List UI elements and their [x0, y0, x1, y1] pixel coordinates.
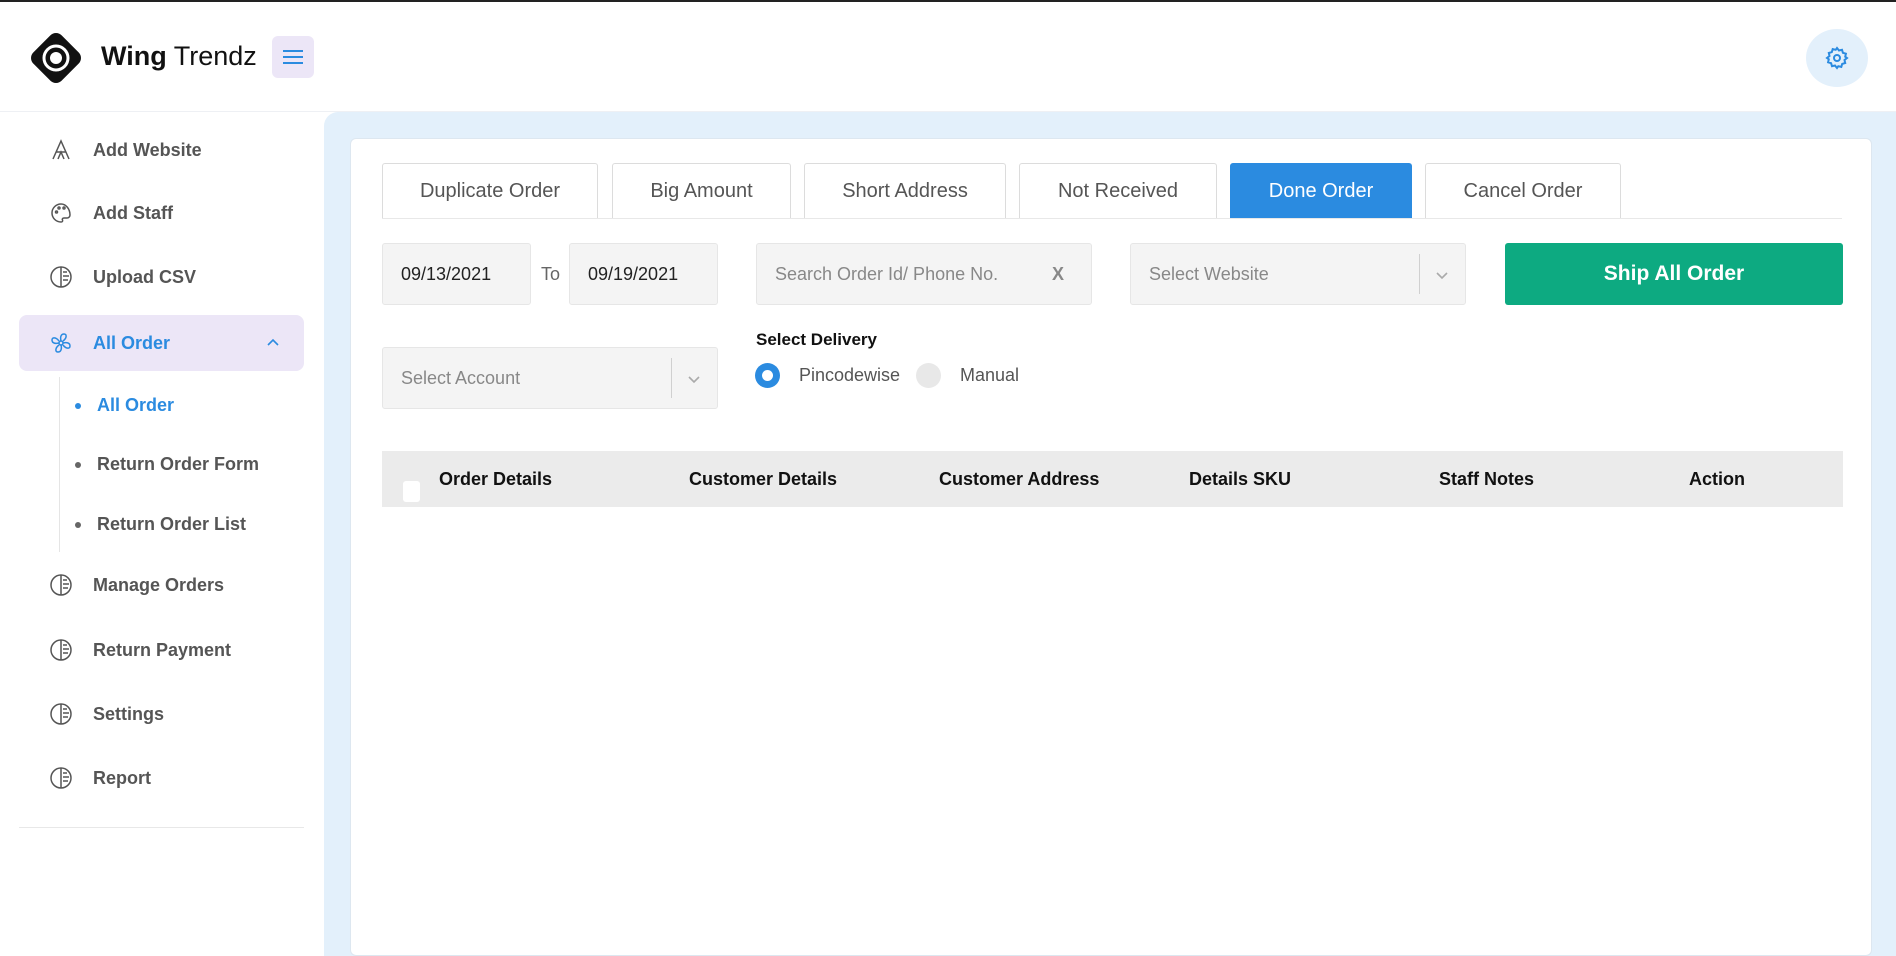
- font-a-icon: [52, 139, 70, 160]
- submenu-item-label: Return Order Form: [97, 454, 260, 474]
- date-from-input[interactable]: 09/13/2021: [382, 243, 531, 305]
- sidebar-item-label: Return Payment: [93, 639, 232, 660]
- tab-short-address[interactable]: Short Address: [804, 163, 1006, 219]
- dropdown-separator: [671, 358, 672, 398]
- date-range-to-label: To: [541, 264, 561, 284]
- radio-pincodewise[interactable]: [755, 363, 780, 388]
- radio-manual[interactable]: [916, 363, 941, 388]
- sidebar-item-label: Add Website: [93, 139, 202, 160]
- tab-not-received[interactable]: Not Received: [1019, 163, 1217, 219]
- palette-icon: [51, 203, 71, 223]
- ship-all-order-button[interactable]: Ship All Order: [1505, 243, 1843, 305]
- column-header-details-sku[interactable]: Details SKU: [1189, 469, 1291, 490]
- settings-gear-button[interactable]: [1806, 29, 1868, 87]
- select-delivery-label: Select Delivery: [756, 330, 877, 349]
- submenu-item-return-order-form[interactable]: Return Order Form: [75, 454, 259, 475]
- brand-name-bold: Wing: [101, 41, 167, 71]
- sidebar-item-manage-orders[interactable]: Manage Orders: [19, 557, 304, 613]
- select-website-dropdown[interactable]: Select Website: [1130, 243, 1466, 305]
- submenu-item-return-order-list[interactable]: Return Order List: [75, 514, 246, 535]
- column-header-action[interactable]: Action: [1689, 469, 1745, 490]
- search-placeholder: Search Order Id/ Phone No.: [775, 263, 999, 284]
- sidebar-item-label: All Order: [93, 332, 171, 353]
- bullet-dot: [75, 402, 81, 409]
- chevron-down-icon[interactable]: [1433, 266, 1451, 284]
- select-all-checkbox[interactable]: [403, 481, 420, 502]
- sidebar: Add Website Add Staff Upload CSV All Ord…: [0, 112, 324, 956]
- brand-name-regular: Trendz: [166, 41, 257, 71]
- date-to-value: 09/19/2021: [588, 263, 679, 284]
- hamburger-menu-button[interactable]: [272, 36, 314, 78]
- column-header-customer-details[interactable]: Customer Details: [689, 469, 837, 490]
- submenu-item-all-order[interactable]: All Order: [75, 395, 174, 416]
- radio-pincodewise-label[interactable]: Pincodewise: [799, 365, 900, 386]
- sidebar-item-add-website[interactable]: Add Website: [19, 122, 304, 178]
- date-from-value: 09/13/2021: [401, 263, 492, 284]
- tabs-underline: [382, 218, 1842, 219]
- gear-icon: [1825, 46, 1849, 70]
- submenu-item-label: All Order: [97, 395, 175, 415]
- select-website-placeholder: Select Website: [1149, 263, 1269, 284]
- sidebar-item-return-payment[interactable]: Return Payment: [19, 622, 304, 678]
- circle-lines-icon: [50, 703, 72, 725]
- sidebar-item-label: Upload CSV: [93, 266, 197, 287]
- radio-manual-label[interactable]: Manual: [960, 365, 1019, 386]
- search-order-input[interactable]: Search Order Id/ Phone No.: [756, 243, 1092, 305]
- sidebar-item-label: Settings: [93, 703, 165, 724]
- tab-duplicate-order[interactable]: Duplicate Order: [382, 163, 598, 219]
- circle-lines-icon: [50, 574, 72, 596]
- circle-lines-icon: [50, 639, 72, 661]
- column-header-staff-notes[interactable]: Staff Notes: [1439, 469, 1534, 490]
- sidebar-item-settings[interactable]: Settings: [19, 686, 304, 742]
- sidebar-item-add-staff[interactable]: Add Staff: [19, 185, 304, 241]
- sidebar-item-label: Add Staff: [93, 202, 173, 223]
- top-header: Wing Trendz: [0, 2, 1896, 112]
- brand-name: Wing Trendz: [101, 41, 257, 72]
- hamburger-icon: [283, 50, 303, 64]
- circle-lines-icon: [50, 266, 72, 288]
- tab-cancel-order[interactable]: Cancel Order: [1425, 163, 1621, 219]
- date-to-input[interactable]: 09/19/2021: [569, 243, 718, 305]
- sidebar-item-report[interactable]: Report: [19, 750, 304, 806]
- sidebar-item-label: Manage Orders: [93, 574, 225, 595]
- bullet-dot: [75, 461, 81, 468]
- column-header-order-details[interactable]: Order Details: [439, 469, 552, 490]
- fan-icon: [51, 333, 71, 353]
- tab-big-amount[interactable]: Big Amount: [612, 163, 791, 219]
- circle-lines-icon: [50, 767, 72, 789]
- sidebar-divider: [19, 827, 304, 828]
- chevron-up-icon[interactable]: [264, 334, 282, 352]
- chevron-down-icon[interactable]: [685, 370, 703, 388]
- sidebar-item-upload-csv[interactable]: Upload CSV: [19, 249, 304, 305]
- bullet-dot: [75, 521, 81, 528]
- orders-table-header: Order Details Customer Details Customer …: [382, 451, 1843, 507]
- select-account-dropdown[interactable]: Select Account: [382, 347, 718, 409]
- submenu-divider: [59, 377, 60, 552]
- tab-done-order[interactable]: Done Order: [1230, 163, 1412, 219]
- brand-logo-icon[interactable]: [27, 29, 85, 87]
- submenu-item-label: Return Order List: [97, 514, 247, 534]
- search-clear-button[interactable]: X: [1052, 264, 1064, 285]
- sidebar-item-label: Report: [93, 767, 151, 788]
- sidebar-item-all-order[interactable]: All Order: [19, 315, 304, 371]
- select-account-placeholder: Select Account: [401, 367, 521, 388]
- column-header-customer-address[interactable]: Customer Address: [939, 469, 1099, 490]
- dropdown-separator: [1419, 254, 1420, 294]
